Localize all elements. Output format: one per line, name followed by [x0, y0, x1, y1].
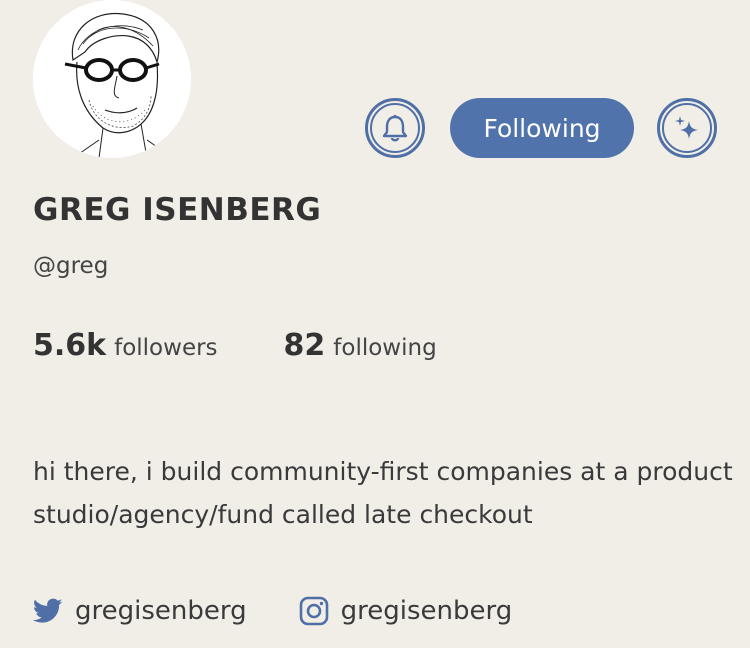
bell-icon-ring: [370, 103, 420, 153]
avatar-sketch-portrait: [33, 0, 191, 158]
bell-icon: [382, 114, 408, 142]
following-stat[interactable]: 82 following: [284, 328, 437, 363]
profile-stats: 5.6k followers 82 following: [33, 328, 437, 363]
twitter-handle: gregisenberg: [75, 596, 247, 626]
followers-count: 5.6k: [33, 328, 107, 363]
sparkle-button[interactable]: [657, 98, 717, 158]
notifications-bell-button[interactable]: [365, 98, 425, 158]
instagram-icon: [299, 596, 329, 626]
following-button[interactable]: Following: [450, 98, 634, 158]
sparkle-icon: [672, 113, 702, 143]
sparkle-icon-ring: [662, 103, 712, 153]
instagram-handle: gregisenberg: [340, 596, 513, 626]
twitter-link[interactable]: gregisenberg: [33, 596, 247, 626]
twitter-icon: [33, 598, 63, 624]
profile-name: GREG ISENBERG: [33, 192, 322, 228]
profile-handle: @greg: [33, 253, 109, 279]
instagram-link[interactable]: gregisenberg: [299, 596, 513, 626]
following-count: 82: [283, 328, 326, 363]
followers-stat[interactable]: 5.6k followers: [33, 328, 218, 363]
followers-label: followers: [114, 335, 218, 361]
following-label: following: [333, 335, 437, 361]
profile-bio: hi there, i build community-first compan…: [33, 457, 733, 529]
social-links: gregisenberg gregisenberg: [33, 596, 512, 626]
avatar[interactable]: [33, 0, 191, 158]
